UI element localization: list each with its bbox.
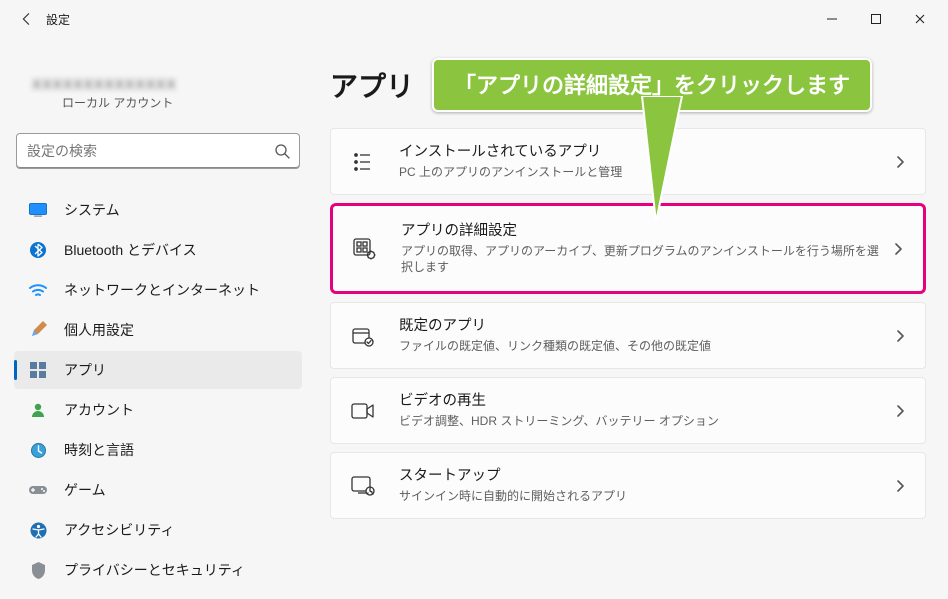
window-title: 設定 bbox=[46, 11, 70, 28]
titlebar: 設定 bbox=[0, 0, 948, 38]
nav-list: システム Bluetooth とデバイス ネットワークとインターネット 個人用設… bbox=[14, 191, 302, 591]
search-icon bbox=[274, 143, 290, 159]
setting-desc: ファイルの既定値、リンク種類の既定値、その他の既定値 bbox=[399, 338, 889, 354]
sidebar-item-label: アカウント bbox=[64, 400, 134, 420]
sidebar-item-network[interactable]: ネットワークとインターネット bbox=[14, 271, 302, 309]
back-button[interactable] bbox=[14, 7, 38, 31]
time-icon bbox=[28, 440, 48, 460]
setting-title: スタートアップ bbox=[399, 467, 889, 486]
chevron-right-icon bbox=[889, 329, 911, 343]
sidebar-item-label: 時刻と言語 bbox=[64, 440, 134, 460]
chevron-right-icon bbox=[887, 242, 909, 256]
network-icon bbox=[28, 280, 48, 300]
minimize-icon bbox=[826, 13, 838, 25]
page-header: アプリ 「アプリの詳細設定」をクリックします bbox=[330, 58, 926, 112]
chevron-right-icon bbox=[889, 404, 911, 418]
setting-desc: アプリの取得、アプリのアーカイブ、更新プログラムのアンインストールを行う場所を選… bbox=[401, 243, 887, 275]
arrow-left-icon bbox=[19, 12, 33, 26]
sidebar-item-label: Bluetooth とデバイス bbox=[64, 240, 197, 260]
search-input[interactable] bbox=[16, 133, 300, 169]
account-type: ローカル アカウント bbox=[32, 94, 290, 111]
gaming-icon bbox=[28, 480, 48, 500]
page-title: アプリ bbox=[330, 65, 414, 105]
privacy-icon bbox=[28, 560, 48, 580]
default-apps-icon bbox=[349, 322, 377, 350]
setting-video-playback[interactable]: ビデオの再生 ビデオ調整、HDR ストリーミング、バッテリー オプション bbox=[330, 377, 926, 444]
close-icon bbox=[914, 13, 926, 25]
callout-wrap: 「アプリの詳細設定」をクリックします bbox=[432, 58, 872, 112]
installed-apps-icon bbox=[349, 148, 377, 176]
sidebar-item-label: プライバシーとセキュリティ bbox=[64, 560, 245, 580]
sidebar: XXXXXXXXXXXXXX ローカル アカウント システム Bluetooth… bbox=[0, 38, 310, 599]
setting-desc: ビデオ調整、HDR ストリーミング、バッテリー オプション bbox=[399, 413, 889, 429]
personalize-icon bbox=[28, 320, 48, 340]
account-block[interactable]: XXXXXXXXXXXXXX ローカル アカウント bbox=[14, 46, 302, 119]
sidebar-item-apps[interactable]: アプリ bbox=[14, 351, 302, 389]
main-content: アプリ 「アプリの詳細設定」をクリックします インストールされて bbox=[310, 38, 948, 599]
video-icon bbox=[349, 397, 377, 425]
startup-icon bbox=[349, 472, 377, 500]
sidebar-item-label: ネットワークとインターネット bbox=[64, 280, 260, 300]
sidebar-item-label: 個人用設定 bbox=[64, 320, 134, 340]
bluetooth-icon bbox=[28, 240, 48, 260]
callout-tail-icon bbox=[622, 96, 702, 226]
account-icon bbox=[28, 400, 48, 420]
sidebar-item-accounts[interactable]: アカウント bbox=[14, 391, 302, 429]
accessibility-icon bbox=[28, 520, 48, 540]
search-wrap bbox=[16, 133, 300, 169]
close-button[interactable] bbox=[898, 4, 942, 34]
maximize-button[interactable] bbox=[854, 4, 898, 34]
sidebar-item-privacy[interactable]: プライバシーとセキュリティ bbox=[14, 551, 302, 589]
chevron-right-icon bbox=[889, 479, 911, 493]
sidebar-item-time-language[interactable]: 時刻と言語 bbox=[14, 431, 302, 469]
apps-icon bbox=[28, 360, 48, 380]
sidebar-item-gaming[interactable]: ゲーム bbox=[14, 471, 302, 509]
chevron-right-icon bbox=[889, 155, 911, 169]
setting-startup[interactable]: スタートアップ サインイン時に自動的に開始されるアプリ bbox=[330, 452, 926, 519]
sidebar-item-label: システム bbox=[64, 200, 120, 220]
setting-title: 既定のアプリ bbox=[399, 317, 889, 336]
advanced-apps-icon bbox=[351, 235, 379, 263]
sidebar-item-personalization[interactable]: 個人用設定 bbox=[14, 311, 302, 349]
setting-default-apps[interactable]: 既定のアプリ ファイルの既定値、リンク種類の既定値、その他の既定値 bbox=[330, 302, 926, 369]
setting-title: ビデオの再生 bbox=[399, 392, 889, 411]
account-name: XXXXXXXXXXXXXX bbox=[32, 76, 290, 92]
sidebar-item-bluetooth[interactable]: Bluetooth とデバイス bbox=[14, 231, 302, 269]
maximize-icon bbox=[870, 13, 882, 25]
sidebar-item-system[interactable]: システム bbox=[14, 191, 302, 229]
sidebar-item-label: アクセシビリティ bbox=[64, 520, 174, 540]
minimize-button[interactable] bbox=[810, 4, 854, 34]
sidebar-item-label: ゲーム bbox=[64, 480, 106, 500]
sidebar-item-label: アプリ bbox=[64, 360, 106, 380]
setting-desc: サインイン時に自動的に開始されるアプリ bbox=[399, 488, 889, 504]
system-icon bbox=[28, 200, 48, 220]
sidebar-item-accessibility[interactable]: アクセシビリティ bbox=[14, 511, 302, 549]
